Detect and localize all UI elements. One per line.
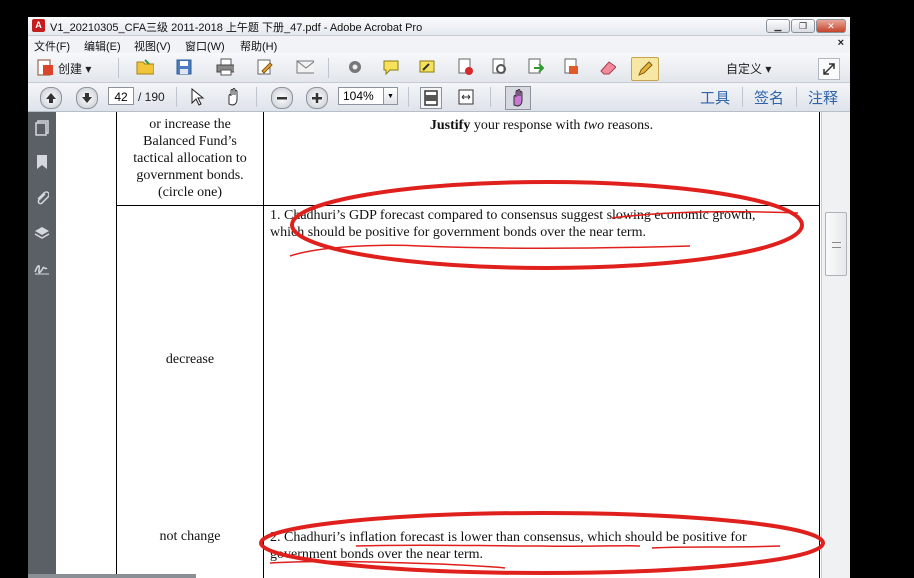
scrollbar-thumb[interactable] [825,212,847,276]
row1-label: decrease [165,352,215,367]
zoom-out-icon[interactable] [271,87,293,109]
acrobat-window: A V1_20210305_CFA三级 2011-2018 上午题 下册_47.… [28,17,850,578]
sign-link[interactable]: 签名 [754,87,784,108]
close-document-icon[interactable]: × [838,37,844,49]
zoom-level-input[interactable]: 104% [338,87,384,105]
navigation-pane [28,112,56,578]
layers-icon[interactable] [34,225,50,241]
fit-width-icon[interactable] [456,87,476,107]
attachments-paperclip-icon[interactable] [34,190,50,206]
table-row-divider [116,205,820,206]
page-thumbnails-icon[interactable] [34,120,50,136]
search-document-icon[interactable] [490,58,508,76]
hand-tool-icon[interactable] [224,88,242,106]
row1-answer-line1: 1. Chadhuri’s GDP forecast compared to c… [270,208,756,223]
toolbar-separator [256,87,257,107]
minimize-button[interactable]: ▁ [766,19,790,33]
navigation-toolbar: 42 / 190 104% ▼ 工具 签名 注释 [28,83,850,112]
comment-link[interactable]: 注释 [808,87,838,108]
toolbar-separator [408,87,409,107]
zoom-dropdown-chevron-icon[interactable]: ▼ [384,87,398,105]
title-bar: A V1_20210305_CFA三级 2011-2018 上午题 下册_47.… [28,17,850,36]
tools-link[interactable]: 工具 [700,87,730,108]
eraser-icon[interactable] [598,58,616,76]
fit-page-icon[interactable] [420,87,442,109]
header-mid-text: your response with [470,118,584,133]
header-end-text: reasons. [604,118,654,133]
signatures-icon[interactable] [34,260,50,276]
page-number-input[interactable]: 42 [108,87,134,105]
customize-dropdown[interactable]: 自定义 ▾ [726,60,771,77]
open-folder-icon[interactable] [136,58,154,76]
settings-gear-icon[interactable] [346,58,364,76]
page-count: / 190 [138,90,165,104]
row1-answer-line2: which should be positive for government … [270,225,646,240]
document-page: or increase the Balanced Fund’s tactical… [56,112,821,578]
menu-file[interactable]: 文件(F) [34,38,70,54]
delete-page-icon[interactable] [456,58,474,76]
toolbar-separator [118,58,119,78]
toolbar-separator [796,87,797,107]
export-icon[interactable] [526,58,544,76]
toolbar-separator [328,58,329,78]
edit-document-icon[interactable] [256,58,274,76]
table-border-middle [263,112,264,578]
bookmarks-icon[interactable] [34,154,50,170]
table-border-right [819,112,820,578]
restore-button[interactable]: ❐ [791,19,815,33]
menu-window[interactable]: 窗口(W) [185,38,225,54]
create-button[interactable]: 创建 ▾ [36,58,91,78]
create-pdf-icon [37,59,53,76]
previous-page-icon[interactable] [40,87,62,109]
two-italic-text: two [583,118,605,133]
row2-label: not change [159,529,221,544]
toolbar-separator [490,87,491,107]
acrobat-app-icon: A [32,19,45,32]
menu-help[interactable]: 帮助(H) [240,38,277,54]
save-icon[interactable] [175,58,193,76]
print-icon[interactable] [216,58,234,76]
highlight-text-icon[interactable] [418,58,436,76]
window-title: V1_20210305_CFA三级 2011-2018 上午题 下册_47.pd… [50,22,423,34]
comment-bubble-icon[interactable] [382,58,400,76]
row2-answer-line2: government bonds over the near term. [270,547,484,562]
select-cursor-icon[interactable] [188,88,206,106]
create-label: 创建 ▾ [58,61,92,76]
taskbar-strip [28,574,196,578]
menu-bar: 文件(F) 编辑(E) 视图(V) 窗口(W) 帮助(H) × [28,36,850,53]
header-left-cell: or increase the Balanced Fund’s tactical… [133,117,247,200]
email-icon[interactable] [296,58,314,76]
justify-bold-text: Justify [429,118,471,133]
vertical-scrollbar[interactable] [821,112,850,578]
window-controls: ▁ ❐ ✕ [766,19,846,33]
toolbar-separator [176,87,177,107]
pencil-draw-icon[interactable] [631,57,659,81]
header-right-cell: Justify your response with two reasons. [264,117,819,134]
zoom-in-icon[interactable] [306,87,328,109]
row2-answer-line1: 2. Chadhuri’s inflation forecast is lowe… [270,530,747,545]
expand-icon[interactable] [818,58,840,80]
close-window-button[interactable]: ✕ [816,19,846,33]
toolbar-separator [742,87,743,107]
menu-edit[interactable]: 编辑(E) [84,38,121,54]
read-mode-hand-icon[interactable] [505,86,531,110]
main-toolbar: 创建 ▾ 自定义 ▾ [28,53,850,83]
next-page-icon[interactable] [76,87,98,109]
menu-view[interactable]: 视图(V) [134,38,171,54]
stamp-icon[interactable] [562,58,580,76]
